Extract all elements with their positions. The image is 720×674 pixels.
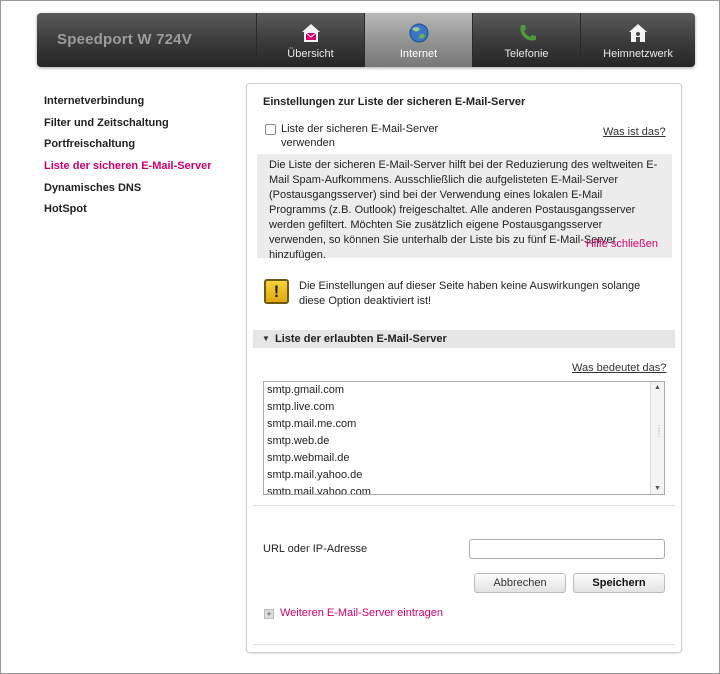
checkbox-label: Liste der sicheren E-Mail-Server verwend… — [281, 123, 439, 149]
list-item[interactable]: smtp.gmail.com — [264, 382, 664, 399]
globe-icon — [409, 23, 429, 43]
whats-this-link[interactable]: Was ist das? — [603, 126, 666, 138]
tab-telefonie[interactable]: Telefonie — [472, 13, 580, 67]
home-network-icon — [629, 24, 647, 42]
close-help-link[interactable]: Hilfe schließen — [586, 237, 658, 252]
browser-frame: Speedport W 724V Übersicht Internet Tele — [0, 0, 720, 674]
sidebar-item-dyndns[interactable]: Dynamisches DNS — [44, 181, 244, 203]
url-label: URL oder IP-Adresse — [263, 543, 368, 555]
list-item[interactable]: smtp.mail.yahoo.de — [264, 467, 664, 484]
server-listbox[interactable]: smtp.gmail.com smtp.live.com smtp.mail.m… — [263, 381, 665, 495]
panel-title: Einstellungen zur Liste der sicheren E-M… — [263, 96, 526, 108]
scroll-up-icon[interactable]: ▲ — [654, 384, 661, 391]
home-mail-icon — [302, 24, 320, 42]
help-box: Die Liste der sicheren E-Mail-Server hil… — [257, 154, 672, 261]
sidebar-item-filter[interactable]: Filter und Zeitschaltung — [44, 116, 244, 138]
cancel-button[interactable]: Abbrechen — [474, 573, 566, 593]
list-item[interactable]: smtp.live.com — [264, 399, 664, 416]
url-input[interactable] — [469, 539, 665, 559]
warning-icon: ! — [264, 279, 289, 304]
add-server-link[interactable]: Weiteren E-Mail-Server eintragen — [280, 607, 443, 619]
scroll-grip-icon[interactable]: ⋮ ⋮ — [655, 425, 663, 438]
sidebar-item-portfreischaltung[interactable]: Portfreischaltung — [44, 137, 244, 159]
tab-internet[interactable]: Internet — [364, 13, 472, 67]
tab-heimnetzwerk[interactable]: Heimnetzwerk — [580, 13, 695, 67]
divider — [253, 644, 675, 645]
use-list-checkbox[interactable] — [265, 124, 276, 135]
tab-label: Übersicht — [287, 48, 334, 60]
sidebar-item-email-server[interactable]: Liste der sicheren E-Mail-Server — [44, 159, 244, 181]
list-item[interactable]: smtp.web.de — [264, 433, 664, 450]
tab-label: Telefonie — [504, 48, 549, 60]
sidebar-item-hotspot[interactable]: HotSpot — [44, 202, 244, 224]
list-scrollbar[interactable]: ▲ ⋮ ⋮ ▼ — [650, 382, 664, 494]
sidebar-item-internetverbindung[interactable]: Internetverbindung — [44, 94, 244, 116]
list-item[interactable]: smtp.mail.yahoo.com — [264, 484, 664, 494]
list-item[interactable]: smtp.mail.me.com — [264, 416, 664, 433]
sidebar: Internetverbindung Filter und Zeitschalt… — [44, 94, 244, 224]
top-navigation-bar: Speedport W 724V Übersicht Internet Tele — [37, 13, 695, 67]
router-brand: Speedport W 724V — [57, 31, 192, 48]
save-button[interactable]: Speichern — [573, 573, 665, 593]
what-means-link[interactable]: Was bedeutet das? — [572, 362, 666, 374]
collapse-triangle-icon: ▼ — [262, 334, 270, 343]
tab-label: Internet — [399, 48, 438, 60]
divider — [253, 505, 675, 506]
section-header[interactable]: ▼ Liste der erlaubten E-Mail-Server — [253, 330, 675, 348]
warning-text: Die Einstellungen auf dieser Seite haben… — [299, 280, 641, 307]
phone-icon — [520, 25, 536, 41]
settings-panel: Einstellungen zur Liste der sicheren E-M… — [246, 83, 682, 653]
tab-uebersicht[interactable]: Übersicht — [256, 13, 364, 67]
plus-icon[interactable]: + — [264, 609, 274, 619]
list-item[interactable]: smtp.webmail.de — [264, 450, 664, 467]
section-title: Liste der erlaubten E-Mail-Server — [275, 333, 447, 345]
tab-label: Heimnetzwerk — [603, 48, 673, 60]
scroll-down-icon[interactable]: ▼ — [654, 485, 661, 492]
